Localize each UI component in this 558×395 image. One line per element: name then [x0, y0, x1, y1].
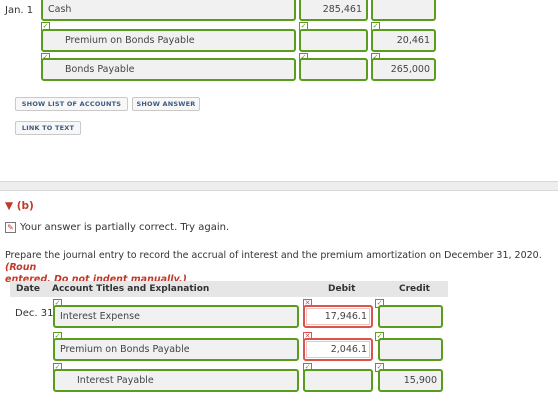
debit-field-interest-expense[interactable]: 17,946.1 [303, 305, 373, 328]
account-field-interest-expense[interactable]: Interest Expense [53, 305, 299, 328]
debit-field-premium[interactable] [299, 29, 368, 52]
feedback-message: ✎ Your answer is partially correct. Try … [5, 222, 229, 233]
debit-field-cash[interactable]: 285,461 [299, 0, 368, 21]
account-field-bonds-payable[interactable]: Bonds Payable [41, 58, 296, 81]
credit-field-cash[interactable] [371, 0, 436, 21]
debit-field-premium[interactable]: 2,046.1 [303, 338, 373, 361]
show-answer-button[interactable]: SHOW ANSWER [132, 97, 200, 111]
feedback-text: Your answer is partially correct. Try ag… [20, 222, 230, 233]
part-b-toggle[interactable]: ▼ (b) [5, 200, 34, 212]
account-field-cash[interactable]: Cash [41, 0, 296, 21]
entry-date: Jan. 1 [5, 5, 34, 16]
header-debit: Debit [328, 284, 356, 294]
prompt-text: Prepare the journal entry to record the … [5, 250, 542, 261]
credit-field-interest-payable[interactable]: 15,900 [378, 369, 443, 392]
link-to-text-button[interactable]: LINK TO TEXT [15, 121, 81, 135]
credit-field-premium[interactable]: 20,461 [371, 29, 436, 52]
journal-table-header: Date Account Titles and Explanation Debi… [10, 281, 448, 297]
entry-date: Dec. 31 [15, 308, 54, 319]
credit-field-interest-expense[interactable] [378, 305, 443, 328]
section-divider [0, 182, 558, 190]
prompt-instruction: (Roun [5, 262, 37, 273]
part-a-panel: Jan. 1 Cash 285,461 ✓ ✓ ✓ Premium on Bon… [0, 0, 558, 182]
debit-field-bonds-payable[interactable] [299, 58, 368, 81]
credit-field-bonds-payable[interactable]: 265,000 [371, 58, 436, 81]
header-account: Account Titles and Explanation [52, 284, 210, 294]
account-field-premium[interactable]: Premium on Bonds Payable [41, 29, 296, 52]
show-list-of-accounts-button[interactable]: SHOW LIST OF ACCOUNTS [15, 97, 128, 111]
part-label: (b) [16, 200, 34, 212]
caret-down-icon: ▼ [5, 200, 14, 212]
pencil-icon: ✎ [5, 222, 16, 233]
account-field-premium[interactable]: Premium on Bonds Payable [53, 338, 299, 361]
debit-field-interest-payable[interactable] [303, 369, 373, 392]
credit-field-premium[interactable] [378, 338, 443, 361]
header-credit: Credit [399, 284, 430, 294]
account-field-interest-payable[interactable]: Interest Payable [53, 369, 299, 392]
header-date: Date [16, 284, 40, 294]
